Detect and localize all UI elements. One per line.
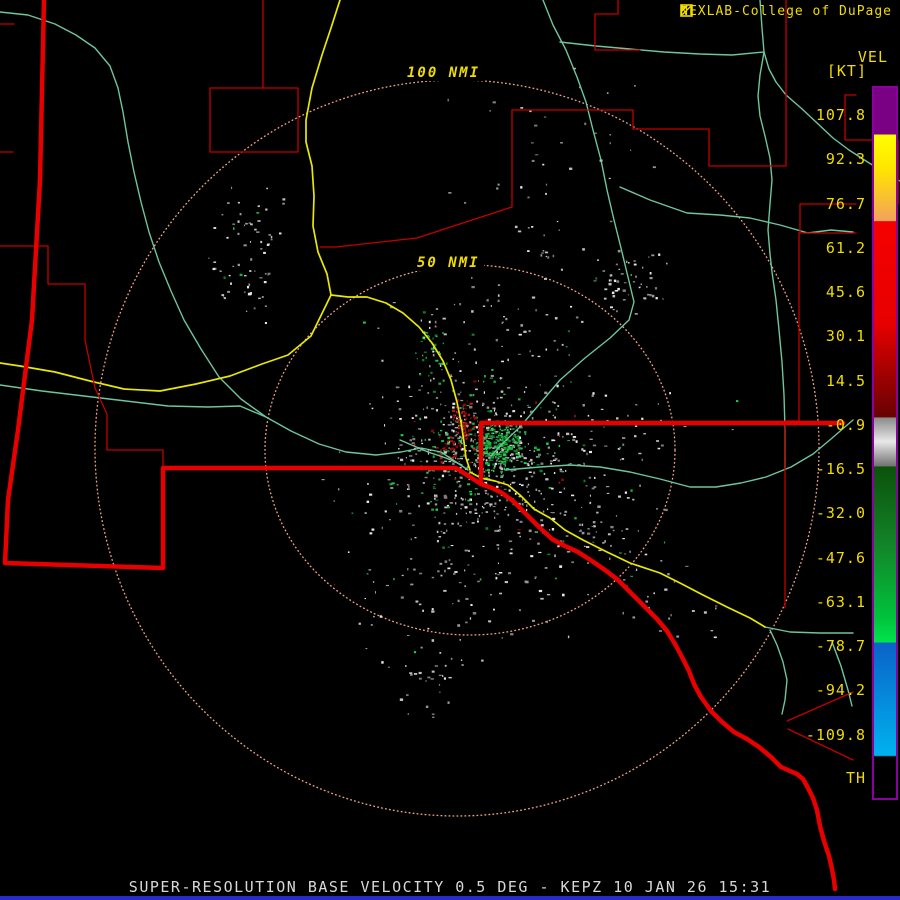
- scale-tick-label: 14.5: [825, 371, 866, 390]
- brand-text: NEXLAB-College of DuPage: [680, 4, 892, 19]
- scale-threshold-label: TH: [845, 769, 866, 787]
- range-ring-label-100nmi: 100 NMI: [403, 65, 485, 81]
- scale-tick-label: -32.0: [815, 504, 866, 523]
- range-ring-50nmi: [264, 264, 676, 636]
- yellow-roads: [469, 471, 766, 628]
- scale-tick-label: -16.5: [815, 460, 866, 478]
- state-borders: [478, 481, 838, 892]
- scale-tick-label: 92.3: [825, 150, 866, 169]
- green-roads: [769, 629, 788, 715]
- scale-tick-label: -47.6: [815, 548, 866, 567]
- scale-tick-label: 107.8: [815, 106, 866, 124]
- scale-tick-label: -78.7: [815, 637, 866, 655]
- yellow-roads: [305, 0, 341, 296]
- county-lines: [594, 0, 641, 51]
- county-lines: [0, 245, 164, 469]
- range-ring-label-50nmi: 50 NMI: [413, 255, 484, 271]
- scale-unit-bracket-label: [KT]: [826, 62, 867, 80]
- county-lines: [209, 0, 299, 153]
- green-roads: [559, 41, 765, 56]
- radar-display: 100 NMI 50 NMI NEXLAB-College of DuPage …: [0, 0, 900, 900]
- scale-tick-label: 30.1: [825, 327, 866, 346]
- scale-tick-label: -0.9: [825, 415, 866, 434]
- bottom-blue-strip: [0, 896, 900, 900]
- county-lines: [0, 23, 15, 153]
- radar-map-canvas: [0, 0, 900, 892]
- state-borders: [478, 420, 846, 487]
- scale-tick-label: 45.6: [825, 283, 866, 301]
- county-lines: [319, 109, 513, 248]
- green-roads: [764, 626, 854, 634]
- brand-header: NEXLAB-College of DuPage: [680, 4, 892, 19]
- scale-tick-label: -63.1: [815, 592, 866, 611]
- scale-tick-label: 76.7: [825, 194, 866, 213]
- velocity-color-scale: [872, 86, 898, 800]
- green-roads: [490, 0, 635, 457]
- scale-tick-label: -109.8: [805, 725, 866, 744]
- product-title: SUPER-RESOLUTION BASE VELOCITY 0.5 DEG -…: [128, 878, 772, 896]
- scale-tick-label: -94.2: [815, 681, 866, 700]
- range-ring-100nmi: [94, 79, 820, 817]
- scale-tick-label: 61.2: [825, 238, 866, 257]
- green-roads: [757, 51, 786, 469]
- nexlab-logo-icon: [680, 4, 693, 17]
